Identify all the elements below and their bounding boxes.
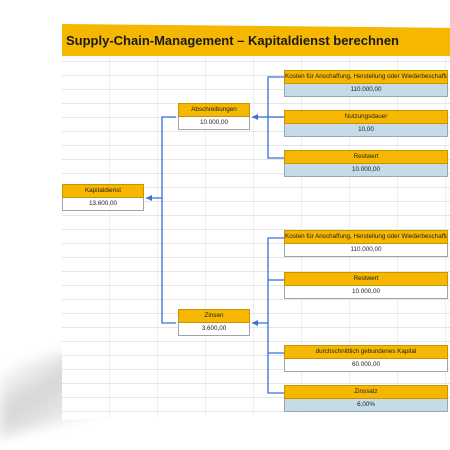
connector-abschreibungen-kosten [252,76,284,118]
connector-zinsen-kapital [267,323,284,354]
input-label: durchschnittlich gebundenes Kapital [284,345,448,359]
arrow-head-icon [146,195,152,201]
input-value: 6,00% [284,399,448,412]
abschreibungen-label: Abschreibungen [178,103,250,117]
input-value: 60.000,00 [284,359,448,372]
input-zinsen-zinssatz: Zinssatz 6,00% [284,385,448,412]
abschreibungen-value: 10.000,00 [178,117,250,130]
input-label: Kosten für Anschaffung, Herstellung oder… [284,230,448,244]
root-kapitaldienst: Kapitaldienst 13.600,00 [62,184,144,211]
input-value: 10,00 [284,124,448,137]
input-abschreibungen-kosten: Kosten für Anschaffung, Herstellung oder… [284,70,448,97]
input-zinsen-restwert: Restwert 10.000,00 [284,272,448,299]
input-label: Kosten für Anschaffung, Herstellung oder… [284,70,448,84]
zinsen-value: 3.600,00 [178,323,250,336]
arrow-head-icon [252,320,258,326]
input-zinsen-kosten: Kosten für Anschaffung, Herstellung oder… [284,230,448,257]
zinsen-label: Zinsen [178,309,250,323]
input-value: 10.000,00 [284,286,448,299]
input-abschreibungen-nutzungsdauer: Nutzungsdauer 10,00 [284,110,448,137]
node-abschreibungen: Abschreibungen 10.000,00 [178,103,250,130]
arrow-head-icon [252,114,258,120]
connector-abschreibungen-restwert [267,117,284,159]
root-label: Kapitaldienst [62,184,144,198]
connector-root-zinsen [161,198,176,324]
input-value: 110.000,00 [284,84,448,97]
input-value: 110.000,00 [284,244,448,257]
connector-root-abschreibungen [146,116,176,199]
input-label: Nutzungsdauer [284,110,448,124]
connector-zinsen-zinssatz [267,353,284,394]
node-zinsen: Zinsen 3.600,00 [178,309,250,336]
connector-lines [146,76,284,394]
root-value: 13.600,00 [62,198,144,211]
input-abschreibungen-restwert: Restwert 10.000,00 [284,150,448,177]
input-label: Restwert [284,150,448,164]
input-value: 10.000,00 [284,164,448,177]
input-label: Zinssatz [284,385,448,399]
input-zinsen-kapital: durchschnittlich gebundenes Kapital 60.0… [284,345,448,372]
input-label: Restwert [284,272,448,286]
